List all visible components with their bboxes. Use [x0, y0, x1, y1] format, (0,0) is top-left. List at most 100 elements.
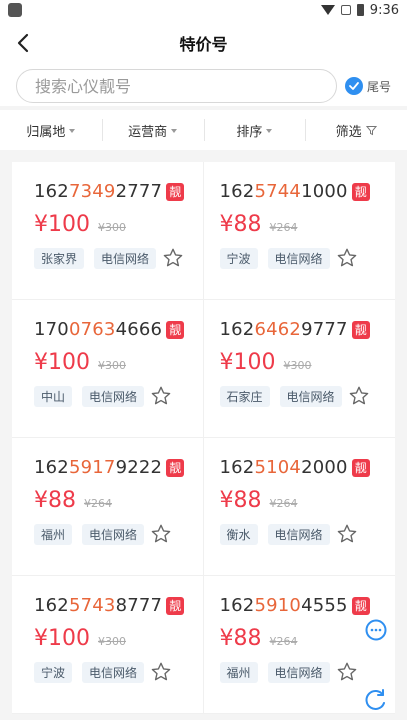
- premium-badge: 靓: [166, 320, 185, 339]
- star-icon[interactable]: [336, 661, 358, 683]
- premium-badge: 靓: [166, 596, 185, 615]
- number-suffix: 4555: [301, 595, 348, 616]
- number-list: 162 7349 2777 靓 ¥100 ¥300 张家界 电信网络 162 5744 1…: [12, 162, 395, 714]
- premium-badge: 靓: [166, 458, 185, 477]
- phone-number: 162 5743 8777 靓: [34, 595, 203, 616]
- star-icon[interactable]: [162, 247, 184, 269]
- number-card[interactable]: 162 5104 2000 靓 ¥88 ¥264 衡水 电信网络: [203, 438, 396, 576]
- search-bar: 尾号: [0, 66, 407, 106]
- clock: 9:36: [369, 2, 399, 18]
- network-tag: 电信网络: [82, 661, 145, 683]
- original-price: ¥264: [269, 635, 298, 648]
- caret-down-icon: [266, 129, 273, 133]
- number-card[interactable]: 162 5743 8777 靓 ¥100 ¥300 宁波 电信网络: [12, 576, 204, 714]
- original-price: ¥300: [98, 359, 126, 372]
- star-icon[interactable]: [348, 385, 370, 407]
- header: 特价号: [0, 20, 407, 66]
- network-tag: 电信网络: [94, 247, 157, 269]
- location-tag: 张家界: [34, 247, 85, 269]
- caret-down-icon: [171, 129, 178, 133]
- original-price: ¥264: [269, 497, 298, 510]
- filter-carrier[interactable]: 运营商: [101, 110, 204, 150]
- refresh-icon[interactable]: [363, 687, 389, 713]
- original-price: ¥264: [269, 221, 298, 234]
- premium-badge: 靓: [166, 182, 185, 201]
- status-bar: 9:36: [0, 0, 407, 20]
- number-card[interactable]: 170 0763 4666 靓 ¥100 ¥300 中山 电信网络: [12, 300, 204, 438]
- number-prefix: 162: [219, 181, 255, 202]
- phone-number: 162 6462 9777 靓: [220, 319, 396, 340]
- number-suffix: 9777: [301, 319, 348, 340]
- network-tag: 电信网络: [279, 385, 342, 407]
- number-highlight: 5104: [254, 457, 302, 478]
- location-tag: 衡水: [219, 523, 258, 545]
- notification-icon: [8, 3, 22, 17]
- number-prefix: 162: [34, 181, 69, 202]
- star-icon[interactable]: [150, 385, 172, 407]
- sale-price: ¥100: [219, 350, 276, 375]
- number-card[interactable]: 162 5744 1000 靓 ¥88 ¥264 宁波 电信网络: [203, 162, 395, 300]
- filter-bar: 归属地 运营商 排序 筛选: [0, 110, 407, 150]
- number-highlight: 7349: [68, 181, 116, 202]
- sale-price: ¥88: [219, 212, 262, 237]
- sale-price: ¥100: [34, 626, 90, 651]
- number-card[interactable]: 162 7349 2777 靓 ¥100 ¥300 张家界 电信网络: [12, 162, 204, 300]
- wifi-icon: [320, 5, 335, 15]
- battery-icon: [356, 4, 364, 16]
- back-arrow-icon[interactable]: [12, 31, 36, 55]
- star-icon[interactable]: [336, 247, 358, 269]
- filter-sort[interactable]: 排序: [203, 110, 306, 150]
- location-tag: 石家庄: [219, 385, 270, 407]
- number-prefix: 170: [34, 319, 69, 340]
- sale-price: ¥100: [34, 212, 90, 237]
- location-tag: 福州: [219, 661, 258, 683]
- number-prefix: 162: [219, 595, 255, 616]
- network-tag: 电信网络: [82, 385, 145, 407]
- caret-down-icon: [69, 129, 76, 133]
- number-prefix: 162: [219, 457, 255, 478]
- network-tag: 电信网络: [82, 523, 145, 545]
- star-icon[interactable]: [150, 661, 172, 683]
- number-highlight: 5910: [254, 595, 302, 616]
- network-tag: 电信网络: [267, 247, 330, 269]
- chat-icon[interactable]: [363, 618, 389, 644]
- number-prefix: 162: [34, 595, 69, 616]
- checkmark-icon: [344, 77, 363, 95]
- number-suffix: 9222: [115, 457, 163, 478]
- number-highlight: 0763: [68, 319, 116, 340]
- number-card[interactable]: 162 5917 9222 靓 ¥88 ¥264 福州 电信网络: [12, 438, 204, 576]
- number-card[interactable]: 162 6462 9777 靓 ¥100 ¥300 石家庄 电信网络: [203, 300, 396, 438]
- network-tag: 电信网络: [267, 523, 330, 545]
- premium-badge: 靓: [351, 596, 370, 615]
- number-suffix: 2000: [301, 457, 348, 478]
- number-highlight: 6462: [254, 319, 302, 340]
- star-icon[interactable]: [336, 523, 358, 545]
- sale-price: ¥88: [219, 626, 262, 651]
- tail-number-toggle[interactable]: 尾号: [344, 77, 391, 95]
- tail-number-label: 尾号: [366, 79, 391, 94]
- number-suffix: 1000: [301, 181, 348, 202]
- phone-number: 162 5104 2000 靓: [220, 457, 396, 478]
- original-price: ¥264: [84, 497, 112, 510]
- location-tag: 中山: [34, 385, 73, 407]
- premium-badge: 靓: [351, 320, 370, 339]
- phone-number: 162 5910 4555 靓: [220, 595, 396, 616]
- number-suffix: 4666: [115, 319, 163, 340]
- number-suffix: 8777: [115, 595, 163, 616]
- page-title: 特价号: [179, 35, 228, 54]
- star-icon[interactable]: [150, 523, 172, 545]
- filter-location[interactable]: 归属地: [0, 110, 102, 150]
- search-input[interactable]: [16, 69, 337, 103]
- phone-number: 162 7349 2777 靓: [34, 181, 203, 202]
- number-highlight: 5744: [254, 181, 302, 202]
- number-highlight: 5917: [68, 457, 116, 478]
- filter-more[interactable]: 筛选: [305, 110, 407, 150]
- location-tag: 宁波: [219, 247, 258, 269]
- original-price: ¥300: [98, 221, 126, 234]
- number-highlight: 5743: [68, 595, 116, 616]
- sale-price: ¥100: [34, 350, 90, 375]
- premium-badge: 靓: [351, 458, 370, 477]
- number-suffix: 2777: [115, 181, 163, 202]
- number-prefix: 162: [34, 457, 69, 478]
- phone-number: 162 5917 9222 靓: [34, 457, 203, 478]
